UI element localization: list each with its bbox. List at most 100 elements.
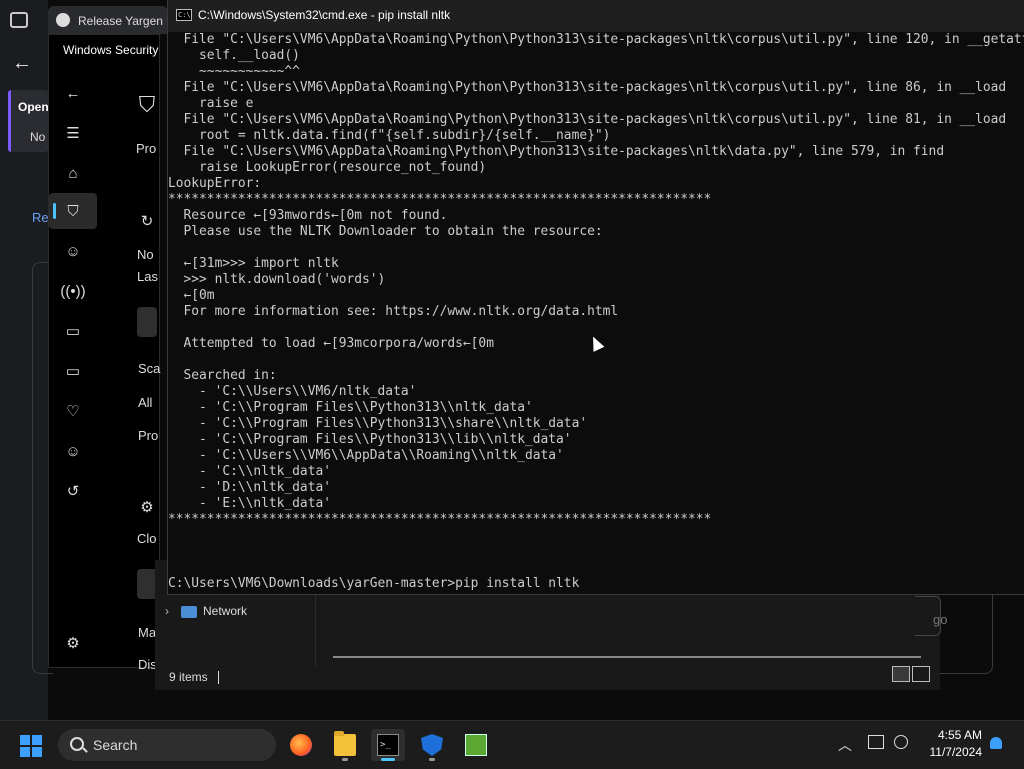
console-line: File "C:\Users\VM6\AppData\Roaming\Pytho…: [168, 32, 1024, 47]
app-browser-icon[interactable]: ▭: [59, 317, 87, 345]
history-icon[interactable]: ↺: [59, 477, 87, 505]
search-icon: [70, 737, 84, 751]
taskbar-search[interactable]: Search: [58, 729, 276, 761]
console-line: LookupError:: [168, 176, 262, 191]
console-line: raise LookupError(resource_not_found): [168, 160, 487, 175]
notification-bell-icon[interactable]: [990, 737, 1002, 749]
notepad-taskbar-button[interactable]: [459, 729, 493, 761]
cmd-title: C:\Windows\System32\cmd.exe - pip instal…: [198, 8, 451, 22]
device-security-icon[interactable]: ▭: [59, 357, 87, 385]
shield-icon[interactable]: ⛉: [59, 197, 87, 225]
taskbar: Search >_ ︿ 4:55 AM 11/7/2024: [0, 720, 1024, 769]
back-icon[interactable]: ←: [59, 79, 87, 107]
browser-sidebar: ← Open No Re: [0, 0, 53, 720]
nav-item-network-label: Network: [203, 604, 248, 618]
console-line: - 'C:\\nltk_data': [168, 464, 331, 479]
cmd-titlebar[interactable]: C:\ C:\Windows\System32\cmd.exe - pip in…: [168, 0, 1024, 32]
cmd-app-icon: C:\: [176, 9, 192, 21]
console-line: >>> nltk.download('words'): [168, 272, 386, 287]
status-separator: [217, 671, 219, 685]
windows-security-window: Windows Security ← ☰ ⌂ ⛉ ☺ ((•)) ▭ ▭ ♡ ☺…: [48, 34, 160, 672]
console-line: File "C:\Users\VM6\AppData\Roaming\Pytho…: [168, 144, 945, 159]
console-line: ←[0m: [168, 288, 215, 303]
windows-start-icon[interactable]: [20, 735, 42, 757]
browser-tab-title: Release Yargen D: [78, 14, 175, 28]
cmd-window[interactable]: C:\ C:\Windows\System32\cmd.exe - pip in…: [167, 0, 1024, 595]
browser-card[interactable]: Open No: [8, 90, 50, 152]
console-line: ←[31m>>> import nltk: [168, 256, 339, 271]
ws-link-1[interactable]: Sca: [138, 361, 160, 376]
ws-button-1[interactable]: [137, 307, 157, 337]
hamburger-menu-icon[interactable]: ☰: [59, 119, 87, 147]
settings-cog-icon: ⚙: [140, 499, 154, 516]
search-label: Search: [93, 737, 138, 753]
firefox-icon: [290, 734, 312, 756]
windows-security-icon: [421, 734, 443, 756]
console-line: raise e: [168, 96, 254, 111]
ws-link-3[interactable]: Pro: [138, 428, 158, 443]
console-line: ****************************************…: [168, 192, 712, 207]
settings-gear-icon[interactable]: ⚙: [59, 629, 87, 657]
system-clock[interactable]: 4:55 AM 11/7/2024: [922, 727, 983, 761]
home-icon[interactable]: ⌂: [59, 159, 87, 187]
folder-icon: [334, 731, 356, 756]
cmd-console[interactable]: File "C:\Users\VM6\AppData\Roaming\Pytho…: [168, 32, 1024, 592]
console-line: - 'E:\\nltk_data': [168, 496, 331, 511]
chevron-right-icon[interactable]: ›: [165, 604, 169, 618]
explorer-taskbar-button[interactable]: [328, 729, 362, 761]
pane-divider[interactable]: [315, 590, 316, 666]
ws-text-2: No: [137, 247, 154, 262]
item-count: 9 items: [169, 670, 208, 684]
security-taskbar-button[interactable]: [415, 729, 449, 761]
console-line: C:\Users\VM6\Downloads\yarGen-master>pip…: [168, 576, 580, 591]
console-line: - 'C:\\Program Files\\Python313\\share\\…: [168, 416, 588, 431]
firefox-taskbar-button[interactable]: [284, 729, 318, 761]
network-icon: [181, 605, 197, 618]
terminal-taskbar-button[interactable]: >_: [371, 729, 405, 761]
clock-time: 4:55 AM: [937, 728, 982, 742]
card-accent: [8, 90, 11, 152]
tiles-view-icon[interactable]: [912, 666, 930, 682]
console-line: - 'C:\\Program Files\\Python313\\lib\\nl…: [168, 432, 572, 447]
ws-button-2[interactable]: [137, 569, 157, 599]
console-line: Resource ←[93mwords←[0m not found.: [168, 208, 448, 223]
back-arrow-icon[interactable]: ←: [12, 52, 32, 75]
ws-link-5[interactable]: Dis: [138, 657, 157, 672]
nav-item-network[interactable]: › Network: [165, 604, 247, 618]
console-line: - 'C:\\Program Files\\Python313\\nltk_da…: [168, 400, 533, 415]
active-indicator: [381, 758, 395, 761]
browser-tab[interactable]: Release Yargen D: [48, 6, 175, 34]
console-line: Searched in:: [168, 368, 277, 383]
console-line: self.__load(): [168, 48, 300, 63]
show-hidden-icons-chevron-icon[interactable]: ︿: [838, 735, 852, 755]
status-bar: 9 items: [169, 670, 219, 685]
details-view-icon[interactable]: [892, 666, 910, 682]
ws-link-4[interactable]: Ma: [138, 625, 156, 640]
tab-actions-icon[interactable]: [10, 12, 28, 28]
volume-muted-icon[interactable]: [894, 735, 908, 749]
browser-link[interactable]: Re: [32, 210, 49, 225]
ws-text-3: Las: [137, 269, 158, 284]
account-icon[interactable]: ☺: [59, 237, 87, 265]
console-line: ~~~~~~~~~~~^^: [168, 64, 300, 79]
console-line: Please use the NLTK Downloader to obtain…: [168, 224, 603, 239]
view-toggle: [890, 666, 930, 687]
network-tray-icon[interactable]: [868, 735, 884, 749]
console-line: - 'C:\\Users\\VM6\\AppData\\Roaming\\nlt…: [168, 448, 564, 463]
console-line: root = nltk.data.find(f"{self.subdir}/{s…: [168, 128, 611, 143]
console-line: Attempted to load ←[93mcorpora/words←[0m: [168, 336, 494, 351]
network-icon[interactable]: ((•)): [59, 277, 87, 305]
health-icon[interactable]: ♡: [59, 397, 87, 425]
ws-text-4: Clo: [137, 531, 157, 546]
console-line: - 'D:\\nltk_data': [168, 480, 331, 495]
card-title: Open: [18, 100, 49, 114]
card-subtitle: No: [30, 130, 46, 144]
running-indicator-2: [429, 758, 435, 761]
ws-link-2[interactable]: All: [138, 395, 152, 410]
notepad-icon: [465, 734, 487, 756]
ws-text-1: Pro: [136, 141, 157, 156]
scan-clock-icon: ↻: [140, 213, 154, 230]
horizontal-scrollbar[interactable]: [333, 656, 921, 658]
terminal-icon: >_: [377, 734, 399, 756]
family-icon[interactable]: ☺: [59, 437, 87, 465]
